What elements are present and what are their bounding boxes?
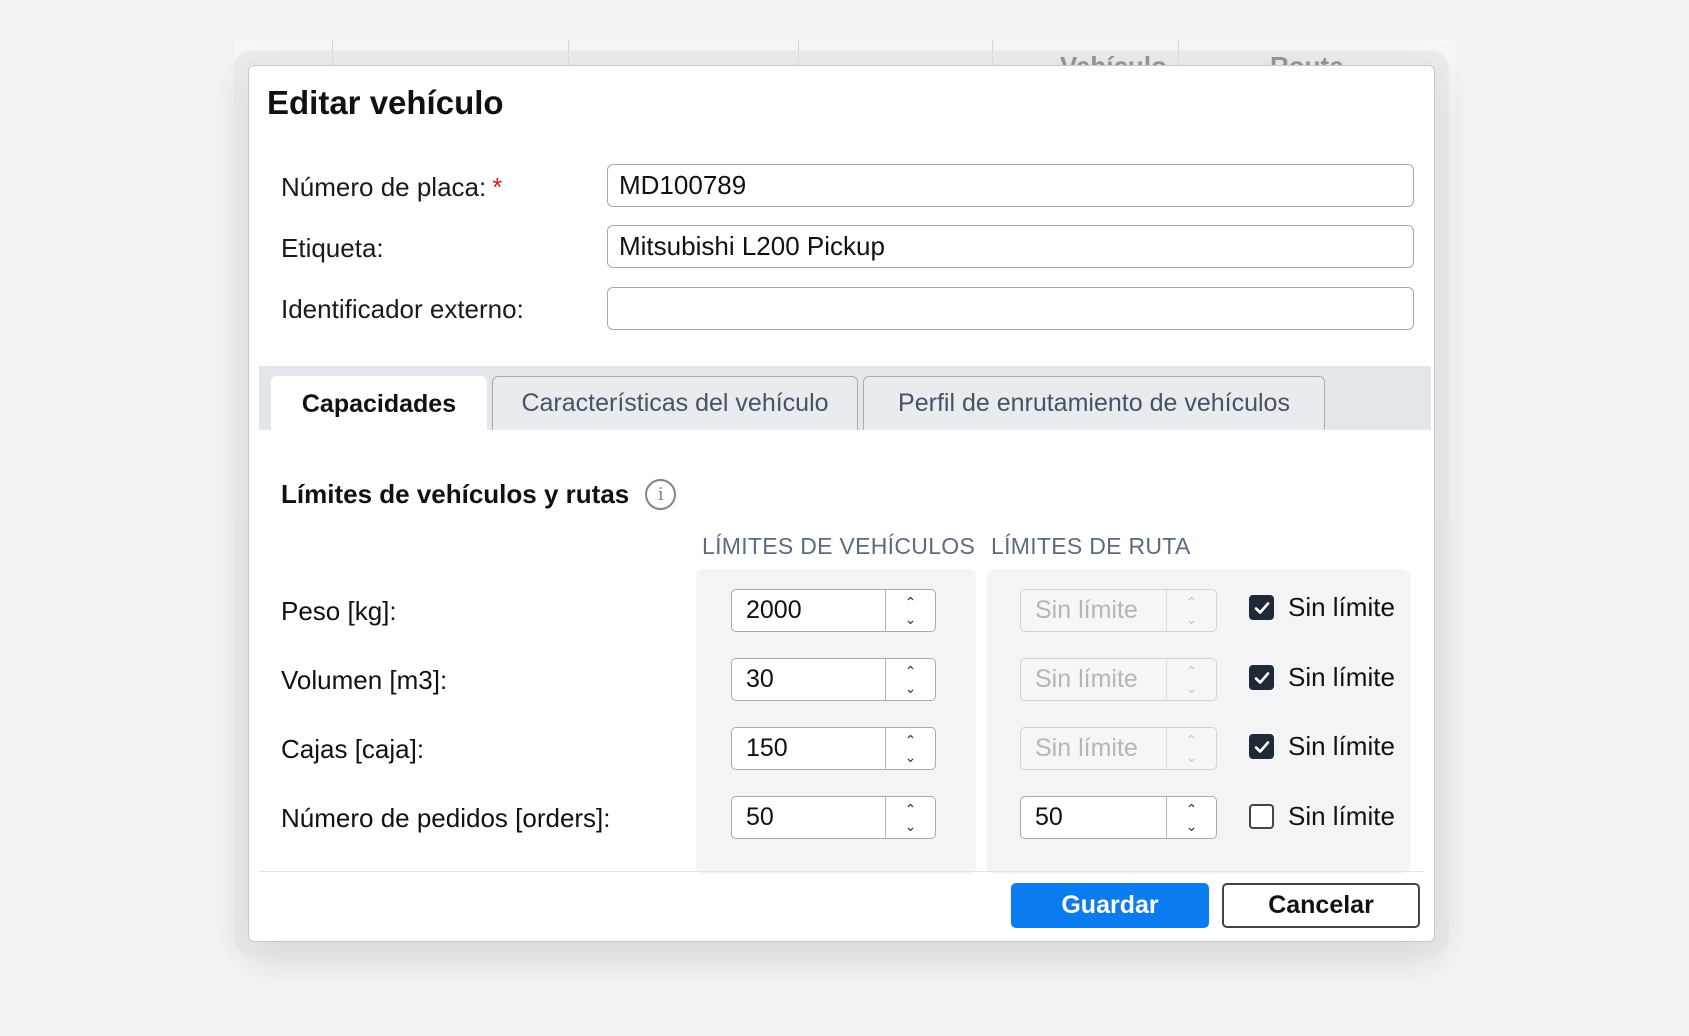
orders-vehicle-input[interactable] <box>732 797 885 838</box>
boxes-route-input <box>1021 728 1166 769</box>
volume-unlimited-checkbox[interactable]: Sin límite <box>1249 662 1395 693</box>
chevron-up-icon: ⌃ <box>1185 662 1198 679</box>
chevron-up-icon[interactable]: ⌃ <box>905 801 917 818</box>
checkbox-checked-icon[interactable] <box>1249 734 1274 759</box>
weight-unlimited-checkbox[interactable]: Sin límite <box>1249 592 1395 623</box>
stepper-arrows[interactable]: ⌃ ⌄ <box>1166 797 1216 838</box>
unlimited-label: Sin límite <box>1288 731 1395 761</box>
bg-column-header: Vehículo <box>1060 51 1167 66</box>
route-limits-header: LÍMITES DE RUTA <box>991 533 1191 559</box>
chevron-up-icon[interactable]: ⌃ <box>905 663 917 680</box>
cancel-button[interactable]: Cancelar <box>1222 883 1420 928</box>
bg-column-header: Route <box>1270 51 1344 66</box>
orders-label: Número de pedidos [orders]: <box>281 803 611 833</box>
plate-label-text: Número de placa: <box>281 172 487 202</box>
edit-vehicle-dialog: Editar vehículo Número de placa:* Etique… <box>248 65 1435 942</box>
save-button[interactable]: Guardar <box>1011 883 1209 928</box>
limits-title-text: Límites de vehículos y rutas <box>281 479 630 509</box>
unlimited-label: Sin límite <box>1288 592 1395 622</box>
orders-vehicle-stepper[interactable]: ⌃⌄ <box>731 796 936 839</box>
weight-vehicle-stepper[interactable]: ⌃⌄ <box>731 589 936 632</box>
chevron-down-icon[interactable]: ⌄ <box>905 611 917 628</box>
tab-bar: Capacidades Características del vehículo… <box>259 366 1431 432</box>
plate-input[interactable] <box>607 164 1414 207</box>
stepper-arrows[interactable]: ⌃ ⌄ <box>885 728 935 769</box>
stepper-arrows: ⌃ ⌄ <box>1166 659 1216 700</box>
plate-label: Número de placa: * <box>281 172 502 203</box>
tab-vehicle-features[interactable]: Características del vehículo <box>492 376 858 430</box>
weight-vehicle-input[interactable] <box>732 590 885 631</box>
stepper-arrows[interactable]: ⌃ ⌄ <box>885 590 935 631</box>
volume-vehicle-input[interactable] <box>732 659 885 700</box>
stepper-arrows: ⌃ ⌄ <box>1166 728 1216 769</box>
chevron-up-icon: ⌃ <box>1185 731 1198 748</box>
checkbox-unchecked-icon[interactable] <box>1249 804 1274 829</box>
stepper-arrows[interactable]: ⌃ ⌄ <box>885 797 935 838</box>
boxes-label: Cajas [caja]: <box>281 734 425 764</box>
chevron-up-icon: ⌃ <box>1185 593 1198 610</box>
boxes-vehicle-stepper[interactable]: ⌃⌄ <box>731 727 936 770</box>
orders-route-stepper[interactable]: ⌃⌄ <box>1020 796 1217 839</box>
orders-route-input[interactable] <box>1021 797 1166 838</box>
chevron-down-icon[interactable]: ⌄ <box>905 680 917 697</box>
chevron-up-icon[interactable]: ⌃ <box>1186 801 1198 818</box>
unlimited-label: Sin límite <box>1288 801 1395 831</box>
boxes-vehicle-input[interactable] <box>732 728 885 769</box>
tab-routing-profile[interactable]: Perfil de enrutamiento de vehículos <box>863 376 1325 430</box>
volume-vehicle-stepper[interactable]: ⌃⌄ <box>731 658 936 701</box>
chevron-up-icon[interactable]: ⌃ <box>905 594 917 611</box>
weight-route-input <box>1021 590 1166 631</box>
volume-label: Volumen [m3]: <box>281 665 448 695</box>
vehicle-limits-header: LÍMITES DE VEHÍCULOS <box>702 533 976 559</box>
chevron-up-icon[interactable]: ⌃ <box>905 732 917 749</box>
external-id-input[interactable] <box>607 287 1414 330</box>
limits-section-title: Límites de vehículos y rutas i <box>281 479 677 510</box>
chevron-down-icon[interactable]: ⌄ <box>1186 818 1198 835</box>
tag-label: Etiqueta: <box>281 233 384 263</box>
tab-capacities[interactable]: Capacidades <box>271 376 487 432</box>
volume-route-input <box>1021 659 1166 700</box>
stepper-arrows[interactable]: ⌃ ⌄ <box>885 659 935 700</box>
boxes-route-stepper: ⌃⌄ <box>1020 727 1217 770</box>
unlimited-label: Sin límite <box>1288 662 1395 692</box>
dialog-title: Editar vehículo <box>267 84 504 121</box>
chevron-down-icon[interactable]: ⌄ <box>905 749 917 766</box>
checkbox-checked-icon[interactable] <box>1249 665 1274 690</box>
chevron-down-icon: ⌄ <box>1185 748 1198 765</box>
chevron-down-icon[interactable]: ⌄ <box>905 818 917 835</box>
info-icon[interactable]: i <box>645 479 677 510</box>
weight-label: Peso [kg]: <box>281 596 397 626</box>
checkbox-checked-icon[interactable] <box>1249 595 1274 620</box>
boxes-unlimited-checkbox[interactable]: Sin límite <box>1249 731 1395 762</box>
required-mark: * <box>492 172 503 202</box>
chevron-down-icon: ⌄ <box>1185 610 1198 627</box>
volume-route-stepper: ⌃⌄ <box>1020 658 1217 701</box>
external-id-label: Identificador externo: <box>281 294 524 324</box>
orders-unlimited-checkbox[interactable]: Sin límite <box>1249 801 1395 832</box>
tag-input[interactable] <box>607 225 1414 268</box>
chevron-down-icon: ⌄ <box>1185 679 1198 696</box>
weight-route-stepper: ⌃⌄ <box>1020 589 1217 632</box>
stepper-arrows: ⌃ ⌄ <box>1166 590 1216 631</box>
footer-divider <box>259 871 1424 872</box>
